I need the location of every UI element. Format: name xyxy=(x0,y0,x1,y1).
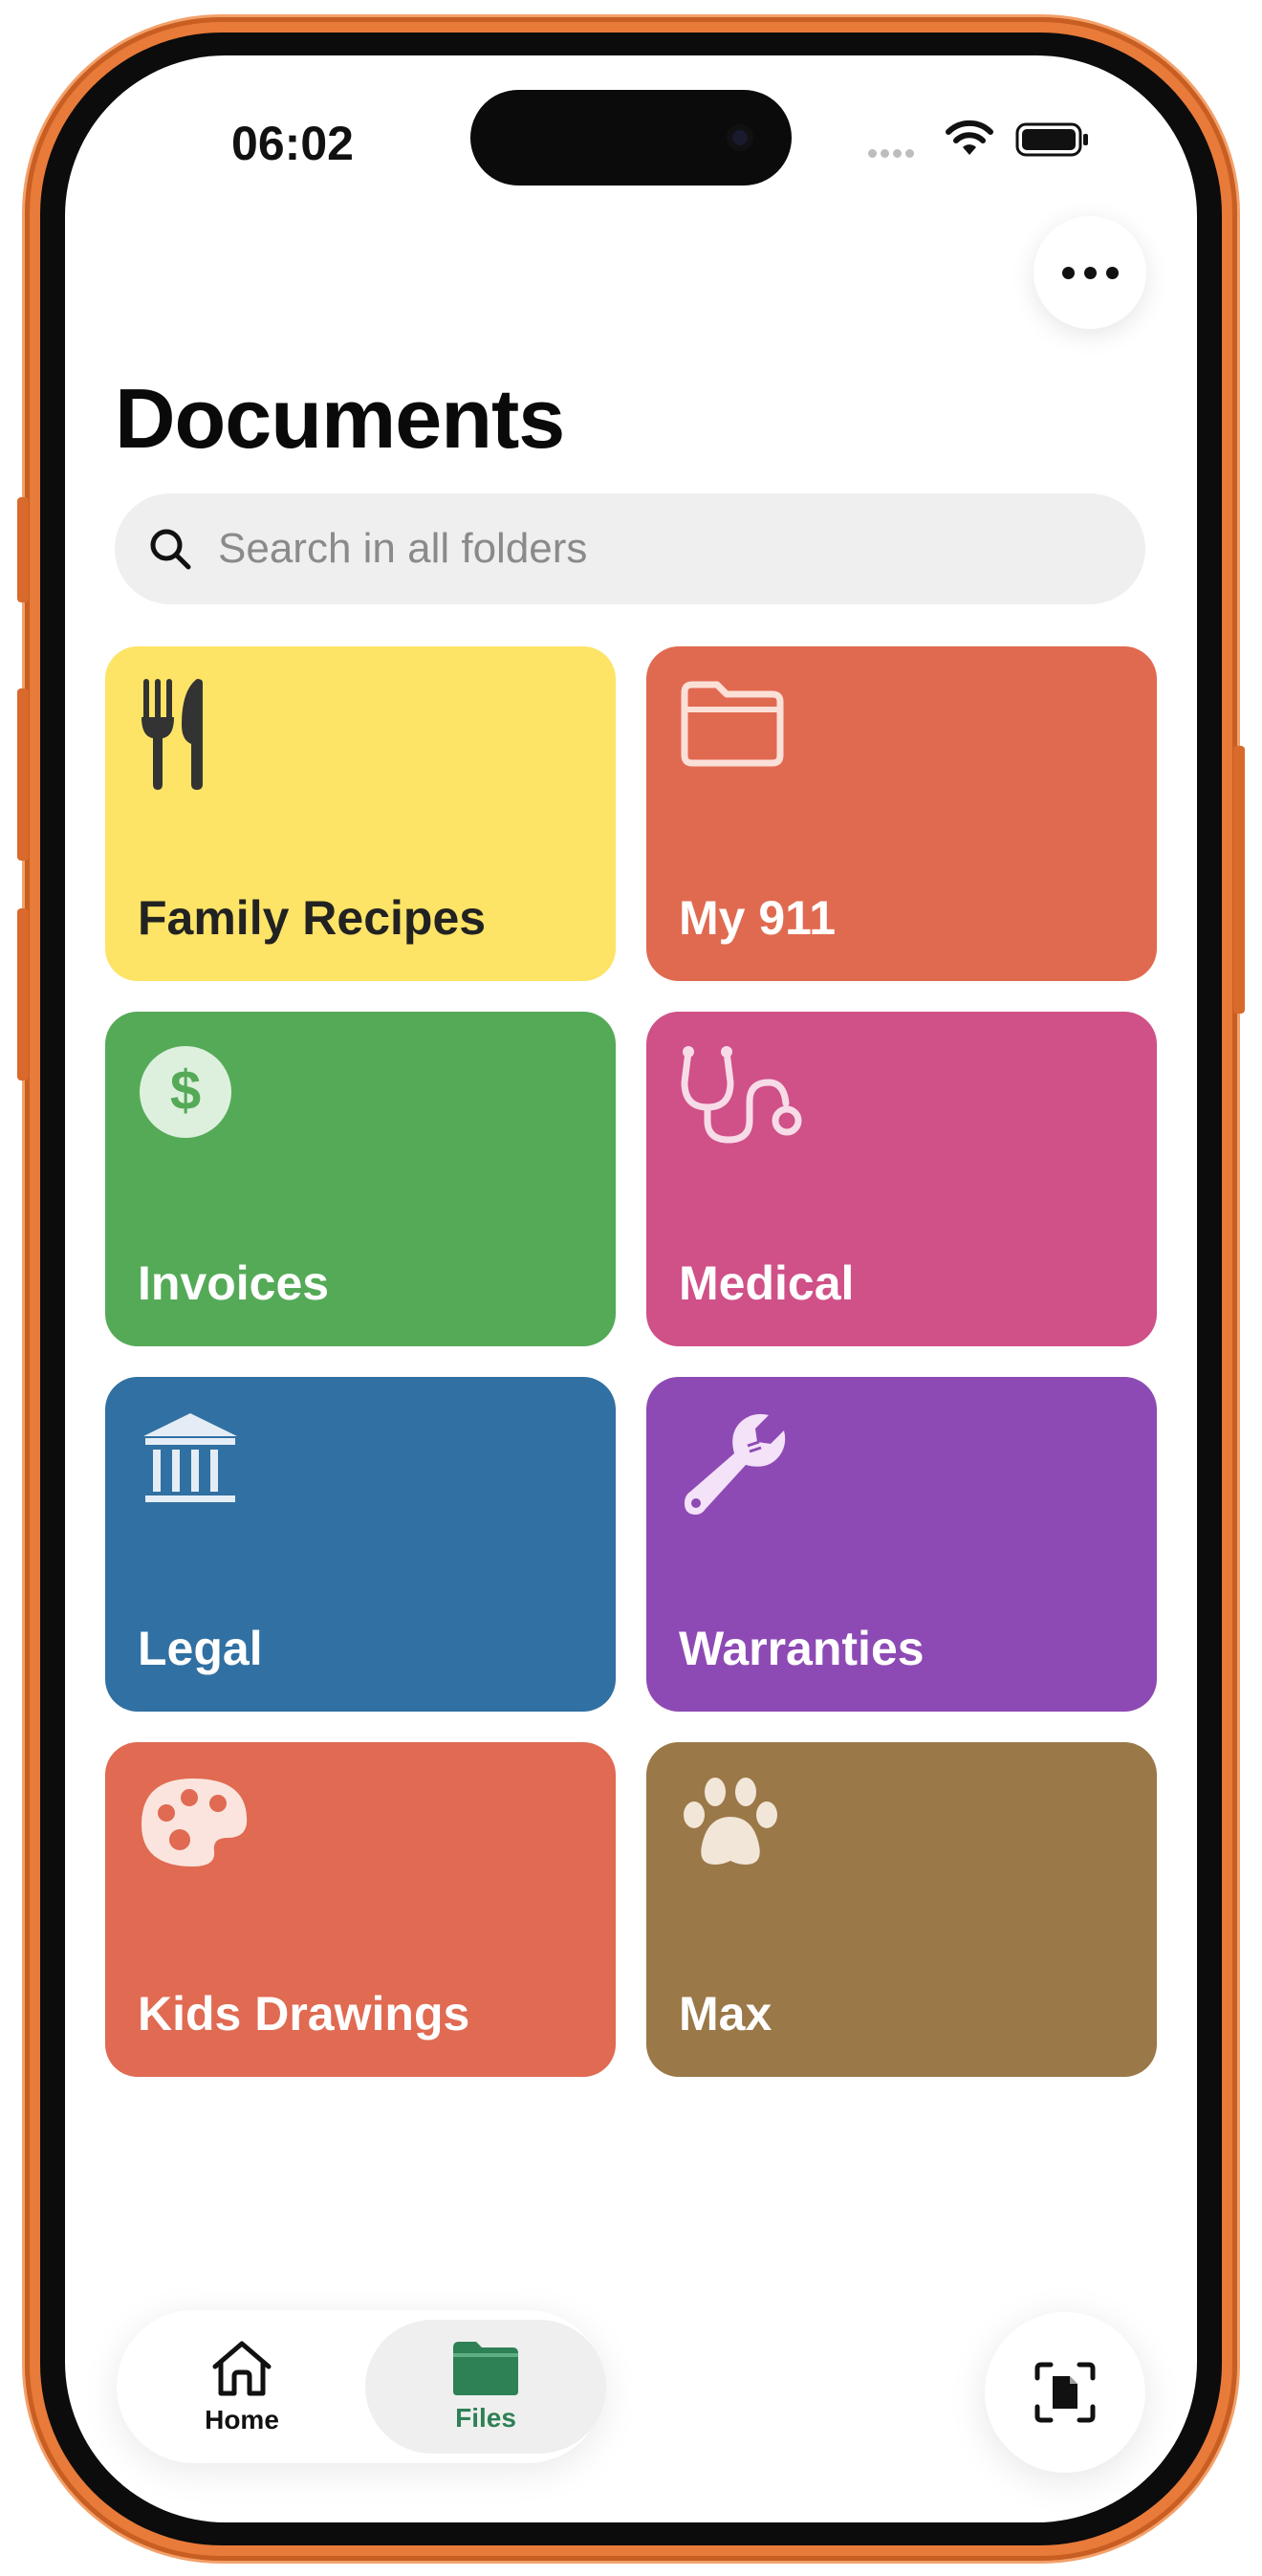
folder-label: Medical xyxy=(679,1256,855,1310)
stethoscope-icon xyxy=(681,1046,802,1144)
volume-down-button xyxy=(17,908,29,1081)
house-icon xyxy=(212,2341,272,2396)
status-time: 06:02 xyxy=(231,117,354,170)
ellipsis-icon xyxy=(1061,266,1075,279)
screen: 06:02 Documents Family Recip xyxy=(65,55,1197,2522)
folder-max[interactable]: Max xyxy=(646,1742,1157,2077)
search-bar[interactable] xyxy=(115,493,1145,604)
folder-label: Warranties xyxy=(679,1622,925,1675)
wifi-icon xyxy=(946,120,993,155)
tab-files-label: Files xyxy=(455,2403,516,2433)
cellular-signal-icon xyxy=(868,145,918,163)
battery-icon xyxy=(1015,122,1088,157)
folder-label: Legal xyxy=(138,1622,263,1675)
folder-label: My 911 xyxy=(679,891,837,945)
document-scan-icon xyxy=(1034,2362,1096,2423)
dynamic-island xyxy=(470,90,792,186)
action-button xyxy=(17,497,29,602)
front-camera xyxy=(727,124,753,151)
wrench-icon xyxy=(685,1413,786,1515)
folder-warranties[interactable]: Warranties xyxy=(646,1377,1157,1712)
folder-kids-drawings[interactable]: Kids Drawings xyxy=(105,1742,616,2077)
tab-home[interactable]: Home xyxy=(151,2320,333,2454)
more-options-button[interactable] xyxy=(1034,216,1146,329)
svg-text:$: $ xyxy=(170,1059,201,1122)
folder-medical[interactable]: Medical xyxy=(646,1012,1157,1346)
folder-legal[interactable]: Legal xyxy=(105,1377,616,1712)
folder-label: Family Recipes xyxy=(138,891,487,945)
folder-family-recipes[interactable]: Family Recipes xyxy=(105,646,616,981)
paw-icon xyxy=(684,1778,777,1865)
search-input[interactable] xyxy=(216,524,1080,574)
scan-document-button[interactable] xyxy=(985,2312,1145,2473)
search-icon xyxy=(150,529,191,570)
bank-icon xyxy=(143,1413,237,1502)
power-button xyxy=(1233,746,1245,1014)
palette-icon xyxy=(141,1779,248,1867)
folder-icon xyxy=(681,681,784,767)
fork-knife-icon xyxy=(141,679,203,790)
folder-my-911[interactable]: My 911 xyxy=(646,646,1157,981)
folder-label: Invoices xyxy=(138,1256,330,1310)
bottom-tab-bar: Home Files xyxy=(117,2310,606,2463)
folder-label: Kids Drawings xyxy=(138,1987,470,2041)
folder-invoices[interactable]: $ Invoices xyxy=(105,1012,616,1346)
tab-home-label: Home xyxy=(205,2405,279,2434)
folder-filled-icon xyxy=(453,2342,518,2395)
dollar-icon: $ xyxy=(140,1046,231,1138)
folder-label: Max xyxy=(679,1987,772,2041)
tab-files[interactable]: Files xyxy=(365,2320,606,2454)
volume-up-button xyxy=(17,688,29,861)
page-title: Documents xyxy=(115,371,565,466)
